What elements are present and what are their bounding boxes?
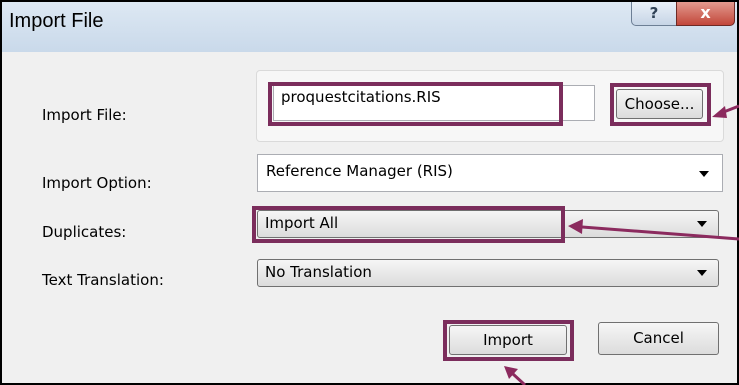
text-translation-label: Text Translation: [42, 271, 164, 289]
import-button-highlight [443, 320, 574, 361]
title-bar [2, 2, 737, 52]
text-translation-dropdown-arrow-icon [697, 270, 707, 276]
choose-button-highlight [610, 83, 711, 126]
help-button[interactable]: ? [631, 2, 677, 26]
help-icon: ? [649, 4, 659, 22]
duplicates-dropdown-arrow-icon [697, 221, 707, 227]
import-file-label: Import File: [42, 106, 127, 124]
import-option-value: Reference Manager (RIS) [266, 162, 453, 180]
cancel-button[interactable]: Cancel [598, 322, 719, 355]
window-title: Import File [9, 10, 104, 32]
duplicates-label: Duplicates: [42, 223, 127, 241]
import-option-label: Import Option: [42, 174, 152, 192]
import-file-value: proquestcitations.RIS [281, 88, 441, 106]
duplicates-highlight [252, 206, 565, 243]
text-translation-value: No Translation [265, 263, 372, 281]
close-icon: x [700, 3, 711, 22]
import-option-dropdown-arrow-icon [699, 171, 709, 177]
close-button[interactable]: x [676, 2, 735, 26]
